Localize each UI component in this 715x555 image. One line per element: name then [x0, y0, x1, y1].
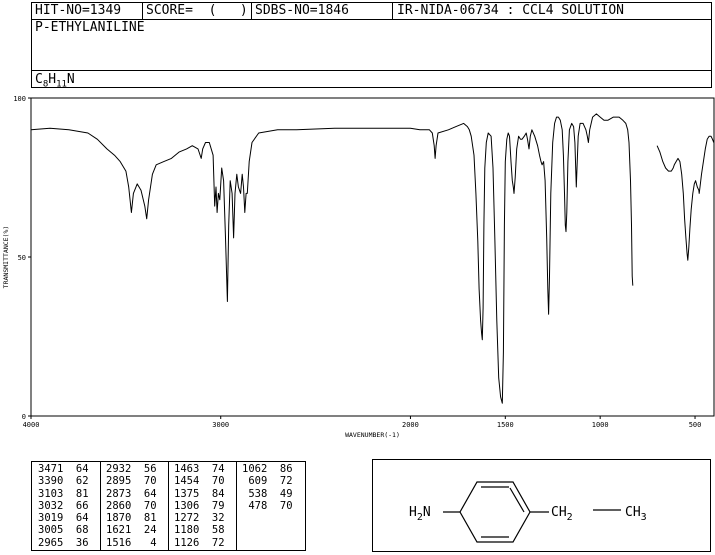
spectrum-line-segment-1	[30, 113, 634, 404]
formula-hydrogen: H	[48, 72, 57, 87]
ir-spectrum-chart: 0 50 100 4000 3000 2000 1500 1000 500 WAVENUMBER(…	[2, 95, 715, 439]
peak-row: 3032 66	[38, 499, 89, 512]
peak-column: 1062 86 609 72 538 49 478 70	[236, 463, 306, 550]
peak-column: 3471 64 3390 62 3103 81 3032 66 3019 64 3005 …	[32, 463, 100, 550]
peak-row: 1180 58	[174, 524, 225, 537]
x-tick-label: 1000	[592, 421, 609, 429]
peak-row: 1375 84	[174, 487, 225, 500]
peak-column: 2932 56 2895 70 2873 64 2860 70 1870 81 1621 …	[100, 463, 168, 550]
y-tick-label: 0	[22, 413, 26, 421]
peak-table: 3471 64 3390 62 3103 81 3032 66 3019 64 3005 …	[31, 461, 306, 551]
y-tick-label: 100	[13, 95, 26, 103]
benzene-ring	[443, 481, 621, 543]
hit-number: HIT-NO=1349	[35, 3, 122, 18]
structure-diagram: H2N CH2 CH3	[409, 481, 647, 543]
y-tick-label: 50	[18, 254, 26, 262]
compound-name: P-ETHYLANILINE	[35, 20, 145, 35]
peak-row: 2965 36	[38, 536, 89, 549]
peak-row: 1126 72	[174, 536, 225, 549]
sdbs-number: SDBS-NO=1846	[255, 3, 349, 18]
x-tick-label: 3000	[212, 421, 229, 429]
x-tick-label: 1500	[497, 421, 514, 429]
peak-row: 1621 24	[106, 524, 157, 537]
formula-carbon: C	[35, 72, 43, 87]
spectrum-line-segment-2	[656, 135, 715, 261]
x-tick-label: 4000	[23, 421, 40, 429]
peak-row: 1516 4	[106, 536, 157, 549]
peak-row: 2932 56	[106, 463, 157, 475]
methylene-group-label: CH2	[551, 505, 573, 523]
y-axis-label: TRANSMITTANCE(%)	[2, 226, 10, 289]
peak-row: 1062 86	[242, 463, 293, 475]
peak-column: 1463 74 1454 70 1375 84 1306 79 1272 32 1180 …	[168, 463, 236, 550]
peak-row: 3390 62	[38, 475, 89, 488]
formula-nitrogen: N	[66, 72, 75, 87]
x-tick-label: 2000	[402, 421, 419, 429]
peak-row: 1272 32	[174, 512, 225, 525]
peak-row: 3471 64	[38, 463, 89, 475]
structure-box: H2N CH2 CH3	[372, 459, 711, 552]
peak-row: 1454 70	[174, 475, 225, 488]
spectrum-header: HIT-NO=1349 SCORE= ( ) SDBS-NO=1846 IR-N…	[31, 2, 712, 90]
peak-row: 3019 64	[38, 512, 89, 525]
amino-group-label: H2N	[409, 505, 431, 523]
peak-row: 1306 79	[174, 499, 225, 512]
ir-code: IR-NIDA-06734 : CCL4 SOLUTION	[397, 3, 624, 18]
x-tick-label: 500	[689, 421, 702, 429]
peak-row: 609 72	[242, 475, 293, 488]
x-axis-label: WAVENUMBER(-1)	[345, 431, 400, 439]
score-field: SCORE= ( )	[146, 3, 248, 18]
peak-row: 1870 81	[106, 512, 157, 525]
peak-row: 1463 74	[174, 463, 225, 475]
peak-row: 2873 64	[106, 487, 157, 500]
methyl-group-label: CH3	[625, 505, 647, 523]
peak-row: 3005 68	[38, 524, 89, 537]
peak-row: 2895 70	[106, 475, 157, 488]
peak-row: 538 49	[242, 487, 293, 500]
formula-hydrogen-count: 11	[56, 79, 67, 90]
plot-frame	[30, 97, 715, 417]
peak-row: 478 70	[242, 499, 293, 512]
peak-row: 2860 70	[106, 499, 157, 512]
peak-row: 3103 81	[38, 487, 89, 500]
